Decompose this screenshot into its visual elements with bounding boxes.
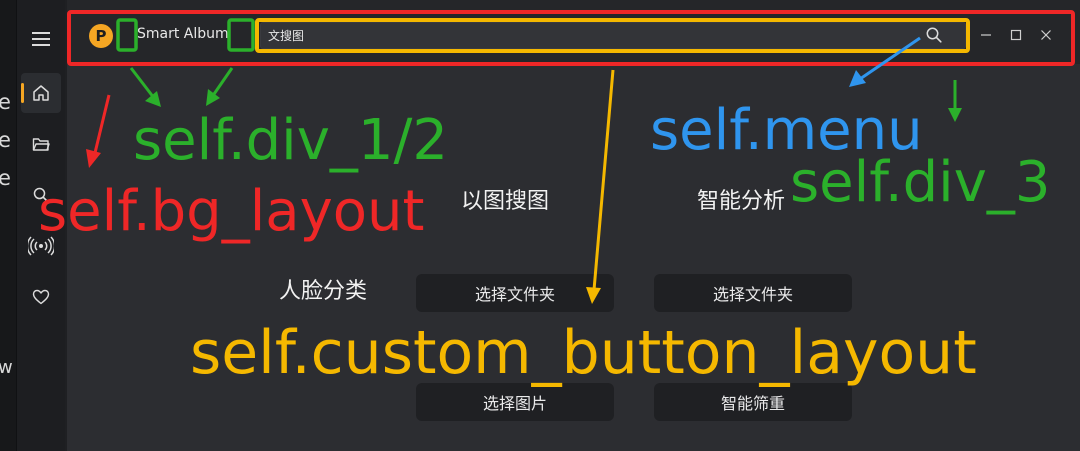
home-icon — [33, 85, 49, 101]
maximize-icon — [1010, 29, 1022, 41]
app-logo: P — [89, 24, 113, 48]
smart-dedupe-button[interactable]: 智能筛重 — [654, 383, 852, 421]
face-classification-heading: 人脸分类 — [279, 279, 368, 304]
broadcast-icon — [28, 236, 54, 256]
minimize-icon — [981, 34, 991, 36]
sidebar-item-home[interactable] — [21, 73, 61, 113]
choose-folder-button-2[interactable]: 选择文件夹 — [654, 274, 852, 312]
sidebar — [17, 0, 65, 451]
app-title: Smart Album — [137, 26, 229, 42]
image-search-heading: 以图搜图 — [461, 189, 550, 214]
app-window: P Smart Album 文搜图 以图搜图 智能分析 人脸分类 选择文件夹 选… — [16, 0, 1080, 451]
sidebar-item-folder[interactable] — [21, 124, 61, 164]
search-input[interactable]: 文搜图 — [260, 22, 966, 49]
search-input-value: 文搜图 — [268, 29, 305, 43]
search-icon — [33, 187, 49, 203]
sidebar-menu-button[interactable] — [21, 19, 61, 59]
main-panel: P Smart Album 文搜图 以图搜图 智能分析 人脸分类 选择文件夹 选… — [67, 0, 1080, 451]
fragment-text: e — [0, 166, 11, 190]
hamburger-icon — [32, 32, 50, 46]
fragment-text: e — [0, 90, 11, 114]
heart-icon — [32, 289, 50, 305]
fragment-text: w — [0, 357, 13, 378]
sidebar-item-favorites[interactable] — [21, 277, 61, 317]
folder-icon — [32, 138, 50, 151]
fragment-text: e — [0, 128, 11, 152]
maximize-button[interactable] — [1003, 22, 1029, 48]
minimize-button[interactable] — [973, 22, 999, 48]
sidebar-item-search[interactable] — [21, 175, 61, 215]
choose-image-button[interactable]: 选择图片 — [416, 383, 614, 421]
smart-analysis-heading: 智能分析 — [697, 189, 786, 214]
close-icon — [1041, 30, 1051, 40]
choose-folder-button[interactable]: 选择文件夹 — [416, 274, 614, 312]
search-icon[interactable] — [925, 26, 943, 44]
background-window-fragment: e e e w — [0, 0, 16, 451]
divider-2 — [231, 20, 251, 50]
sidebar-item-signal[interactable] — [21, 226, 61, 266]
divider-1 — [123, 20, 135, 50]
close-button[interactable] — [1033, 22, 1059, 48]
title-bar: P Smart Album 文搜图 — [67, 0, 1080, 64]
